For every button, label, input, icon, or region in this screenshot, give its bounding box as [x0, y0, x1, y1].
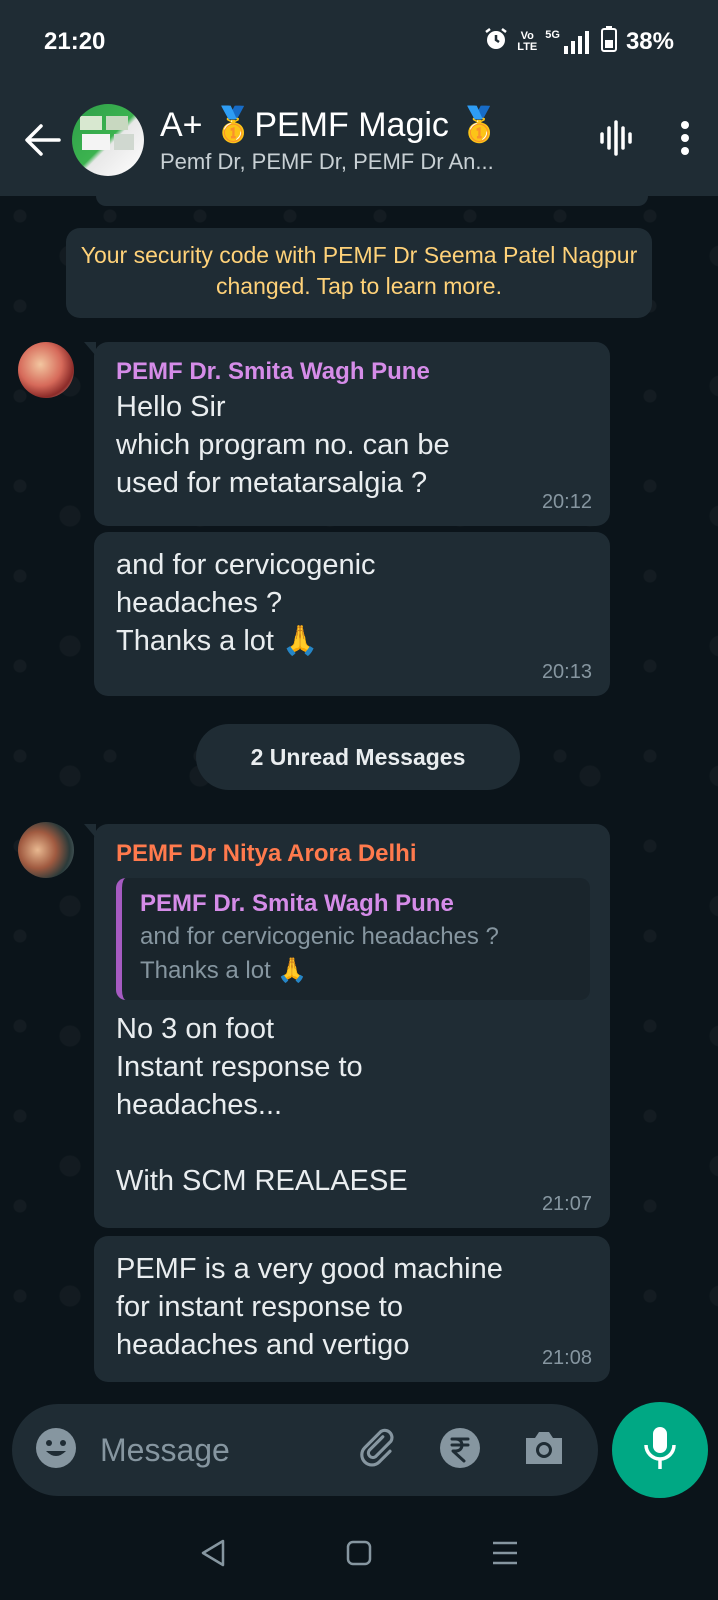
- message-text: No 3 on foot Instant response to headach…: [116, 1013, 408, 1197]
- message-time: 21:07: [541, 1193, 592, 1215]
- group-members: Pemf Dr, PEMF Dr, PEMF Dr An...: [160, 149, 494, 174]
- quoted-message[interactable]: PEMF Dr. Smita Wagh Pune and for cervico…: [116, 878, 590, 1000]
- quote-sender: PEMF Dr. Smita Wagh Pune: [140, 890, 454, 917]
- battery-icon: [600, 25, 618, 59]
- volte-bottom: LTE: [517, 41, 538, 53]
- chat-header: A+ 🥇PEMF Magic 🥇 Pemf Dr, PEMF Dr, PEMF …: [0, 84, 718, 196]
- sender-avatar[interactable]: [18, 342, 74, 398]
- message-bubble[interactable]: PEMF Dr Nitya Arora Delhi PEMF Dr. Smita…: [84, 824, 610, 1228]
- nav-back-icon[interactable]: [199, 1538, 227, 1573]
- nav-recents-icon[interactable]: [491, 1539, 519, 1572]
- unread-messages-divider: 2 Unread Messages: [196, 724, 520, 790]
- sender-avatar[interactable]: [18, 822, 74, 878]
- network-type: 5G: [545, 29, 560, 41]
- microphone-icon: [642, 1425, 678, 1476]
- message-bubble[interactable]: PEMF Dr. Smita Wagh Pune Hello Sir which…: [84, 342, 610, 526]
- group-name: A+ 🥇PEMF Magic 🥇: [160, 106, 501, 144]
- message-time: 20:12: [541, 491, 592, 513]
- header-actions: [598, 119, 690, 161]
- emoji-icon[interactable]: [34, 1426, 78, 1475]
- message-text: PEMF is a very good machine for instant …: [116, 1253, 503, 1361]
- system-navigation-bar: [0, 1510, 718, 1600]
- group-avatar[interactable]: [72, 104, 144, 176]
- message-text: and for cervicogenic headaches ? Thanks …: [116, 549, 376, 657]
- group-info[interactable]: A+ 🥇PEMF Magic 🥇 Pemf Dr, PEMF Dr, PEMF …: [160, 105, 598, 175]
- status-bar: 21:20 Vo LTE 5G 38%: [0, 0, 718, 84]
- voice-record-button[interactable]: [612, 1402, 708, 1498]
- back-arrow-icon[interactable]: [14, 112, 70, 168]
- message-input[interactable]: Message: [100, 1432, 354, 1469]
- signal-icon: 5G: [545, 30, 592, 54]
- status-icons: Vo LTE 5G 38%: [483, 25, 674, 59]
- message-text: Hello Sir which program no. can be used …: [116, 391, 450, 499]
- sender-name[interactable]: PEMF Dr. Smita Wagh Pune: [116, 356, 590, 388]
- previous-message-edge: [96, 196, 648, 206]
- composer-actions: [354, 1426, 566, 1475]
- attach-icon[interactable]: [354, 1426, 398, 1475]
- security-code-notice[interactable]: Your security code with PEMF Dr Seema Pa…: [66, 228, 652, 318]
- message-time: 21:08: [541, 1347, 592, 1369]
- message-bubble[interactable]: and for cervicogenic headaches ? Thanks …: [94, 532, 610, 696]
- battery-percentage: 38%: [625, 28, 674, 55]
- more-options-icon[interactable]: [680, 120, 690, 161]
- camera-icon[interactable]: [522, 1428, 566, 1473]
- voice-chat-icon[interactable]: [598, 119, 634, 161]
- sender-name[interactable]: PEMF Dr Nitya Arora Delhi: [116, 838, 590, 870]
- status-time: 21:20: [44, 28, 106, 55]
- message-composer: Message: [12, 1404, 598, 1496]
- message-time: 20:13: [541, 661, 592, 683]
- nav-home-icon[interactable]: [345, 1539, 373, 1572]
- volte-indicator: Vo LTE: [517, 31, 537, 53]
- quote-text: and for cervicogenic headaches ? Thanks …: [140, 923, 499, 984]
- message-bubble[interactable]: PEMF is a very good machine for instant …: [94, 1236, 610, 1382]
- alarm-icon: [483, 26, 509, 58]
- rupee-payment-icon[interactable]: [438, 1426, 482, 1475]
